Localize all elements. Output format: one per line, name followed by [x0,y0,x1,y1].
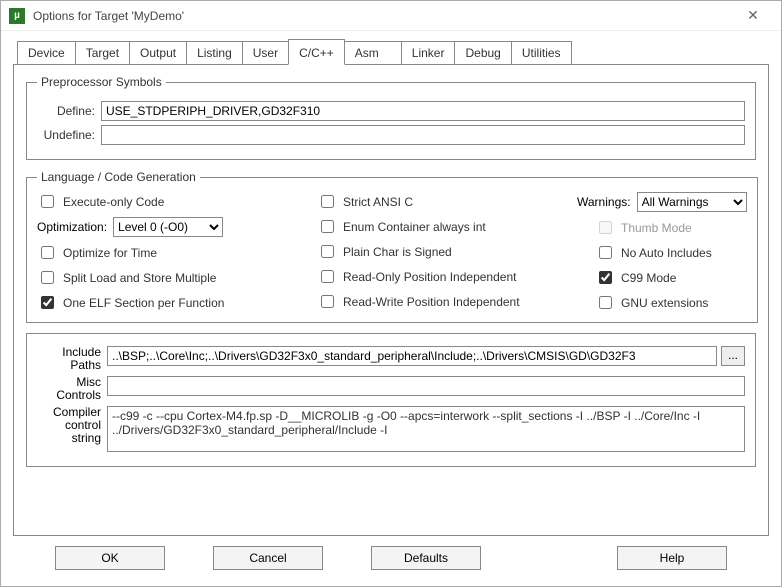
tab-output[interactable]: Output [129,41,187,65]
optimization-label: Optimization: [37,220,107,234]
tab-strip: Device Target Output Listing User C/C++ … [13,41,769,65]
paths-group: Include Paths ... Misc Controls Compiler… [26,333,756,467]
tab-user[interactable]: User [242,41,289,65]
tab-debug[interactable]: Debug [454,41,511,65]
langcode-group: Language / Code Generation Execute-only … [26,170,758,323]
tab-target[interactable]: Target [75,41,130,65]
titlebar: µ Options for Target 'MyDemo' ✕ [1,1,781,31]
close-icon[interactable]: ✕ [733,7,773,24]
misc-controls-input[interactable] [107,376,745,396]
langcode-legend: Language / Code Generation [37,170,200,184]
undefine-label: Undefine: [37,128,101,142]
options-dialog: µ Options for Target 'MyDemo' ✕ Device T… [0,0,782,587]
tab-utilities[interactable]: Utilities [511,41,572,65]
tab-device[interactable]: Device [17,41,76,65]
define-label: Define: [37,104,101,118]
c99-mode-checkbox[interactable]: C99 Mode [577,268,747,287]
window-title: Options for Target 'MyDemo' [33,9,733,23]
preprocessor-group: Preprocessor Symbols Define: Undefine: [26,75,756,160]
undefine-input[interactable] [101,125,745,145]
ok-button[interactable]: OK [55,546,165,570]
warnings-label: Warnings: [577,195,631,209]
defaults-button[interactable]: Defaults [371,546,481,570]
readwrite-pos-checkbox[interactable]: Read-Write Position Independent [317,292,577,311]
tab-linker[interactable]: Linker [401,41,456,65]
optimize-time-checkbox[interactable]: Optimize for Time [37,243,317,262]
plain-char-checkbox[interactable]: Plain Char is Signed [317,242,577,261]
include-paths-input[interactable] [107,346,717,366]
thumb-mode-checkbox: Thumb Mode [577,218,747,237]
compiler-string-display: --c99 -c --cpu Cortex-M4.fp.sp -D__MICRO… [107,406,745,452]
compiler-string-label: Compiler control string [37,406,107,445]
readonly-pos-checkbox[interactable]: Read-Only Position Independent [317,267,577,286]
one-elf-checkbox[interactable]: One ELF Section per Function [37,293,317,312]
gnu-extensions-checkbox[interactable]: GNU extensions [577,293,747,312]
define-input[interactable] [101,101,745,121]
cancel-button[interactable]: Cancel [213,546,323,570]
preprocessor-legend: Preprocessor Symbols [37,75,166,89]
execute-only-checkbox[interactable]: Execute-only Code [37,192,317,211]
split-load-checkbox[interactable]: Split Load and Store Multiple [37,268,317,287]
warnings-select[interactable]: All Warnings [637,192,747,212]
no-auto-includes-checkbox[interactable]: No Auto Includes [577,243,747,262]
help-button[interactable]: Help [617,546,727,570]
tab-pane-c-cpp: Preprocessor Symbols Define: Undefine: L… [13,64,769,536]
app-icon: µ [9,8,25,24]
misc-controls-label: Misc Controls [37,376,107,402]
button-bar: OK Cancel Defaults Help [13,536,769,580]
include-paths-label: Include Paths [37,346,107,372]
tab-listing[interactable]: Listing [186,41,243,65]
tab-asm[interactable]: Asm [344,41,402,65]
client-area: Device Target Output Listing User C/C++ … [1,31,781,586]
enum-container-checkbox[interactable]: Enum Container always int [317,217,577,236]
tab-c-cpp[interactable]: C/C++ [288,39,345,65]
include-paths-browse-button[interactable]: ... [721,346,745,366]
strict-ansi-checkbox[interactable]: Strict ANSI C [317,192,577,211]
optimization-select[interactable]: Level 0 (-O0) [113,217,223,237]
